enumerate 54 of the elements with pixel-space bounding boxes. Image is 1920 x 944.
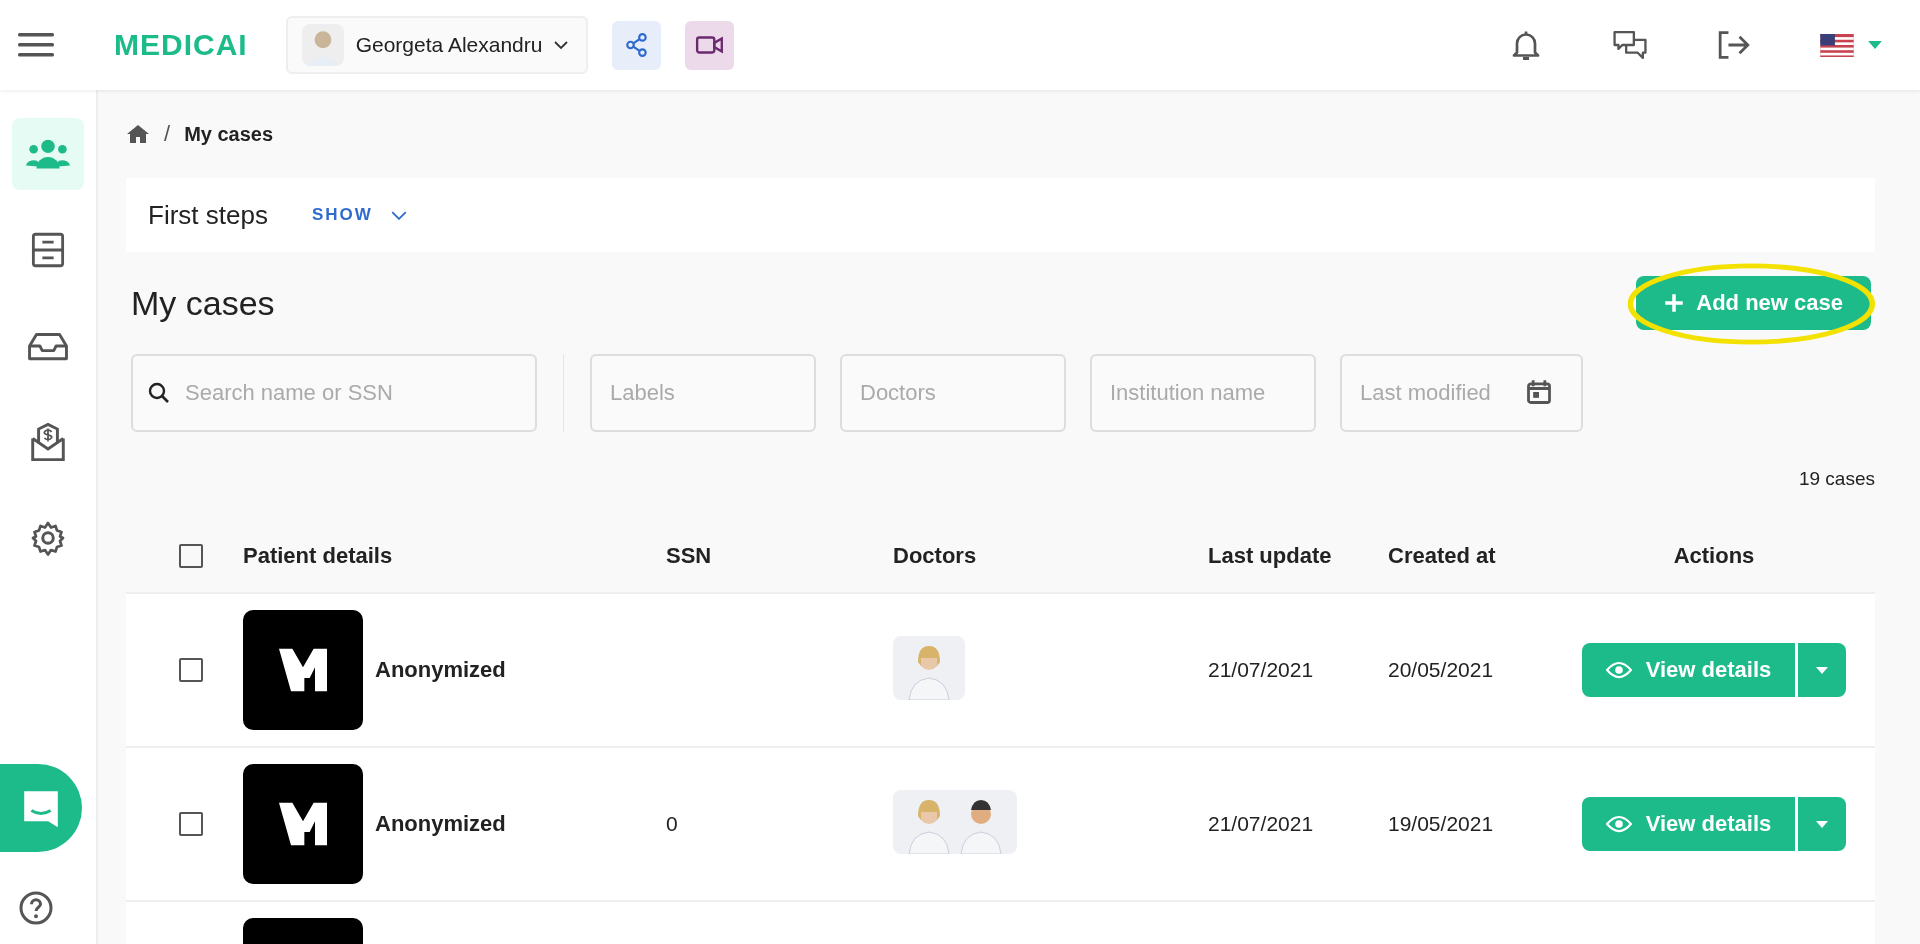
row-checkbox[interactable] [178,658,203,682]
settings-icon [30,520,66,556]
file-cabinet-icon [30,232,66,268]
dropdown-toggle-button[interactable] [1798,643,1847,697]
case-count: 19 cases [1797,467,1875,491]
patient-name[interactable]: Anonymized [375,811,506,837]
share-icon [623,32,650,58]
date-text: 21/07/2021 [1208,812,1314,835]
calendar-icon[interactable] [1525,378,1553,406]
column-header: Actions [1673,543,1755,569]
chevron-icon [390,210,407,220]
breadcrumb-current: My cases [184,122,274,146]
column-header: Patient details [243,543,393,568]
search-icon [147,381,171,405]
date-text: 19/05/2021 [1388,812,1494,835]
column-header: Created at [1388,543,1496,568]
flag-icon[interactable] [1820,33,1854,57]
filter-dropdown[interactable]: Institution name [1090,354,1316,432]
page-title: My cases [131,283,275,323]
caret-down-icon [1816,820,1829,828]
first-steps-title: First steps [148,199,268,231]
avatar-placeholder [301,24,344,66]
ssn-value: 0 [666,812,678,835]
dropdown-toggle-button[interactable] [1798,797,1847,851]
caret-down-icon [1816,666,1829,674]
search-field[interactable]: Search name or SSN [131,354,537,432]
column-header: Last update [1208,543,1332,568]
share-button[interactable] [612,20,662,70]
date-text: 20/05/2021 [1388,658,1494,681]
home-icon[interactable] [126,124,150,144]
eye-icon [1605,815,1632,833]
select-all-checkbox[interactable] [178,544,203,568]
patient-name[interactable]: Anonymized [375,657,506,683]
eye-icon [1605,661,1632,679]
doctor-avatars [893,635,965,700]
breadcrumb-separator: / [164,121,171,147]
plus-icon [1664,293,1685,313]
date-text: 21/07/2021 [1208,658,1314,681]
column-header: Doctors [893,543,977,568]
column-header: SSN [666,543,712,568]
filter-dropdown[interactable]: Doctors [840,354,1066,432]
date-field[interactable]: Last modified [1340,354,1583,432]
inbox-tray-icon [27,331,69,361]
users-icon [25,138,71,170]
dollar-envelope-icon [29,422,67,462]
show-toggle[interactable]: SHOW [305,204,413,226]
row-checkbox[interactable] [178,812,203,836]
chevron-down-icon [554,41,569,49]
account-dropdown[interactable]: Georgeta Alexandru [285,16,589,74]
video-camera-icon [694,34,725,56]
video-call-button[interactable] [685,20,735,70]
menu-icon[interactable] [18,31,54,59]
help-icon[interactable] [18,890,54,926]
filter-dropdown[interactable]: Labels [590,354,816,432]
